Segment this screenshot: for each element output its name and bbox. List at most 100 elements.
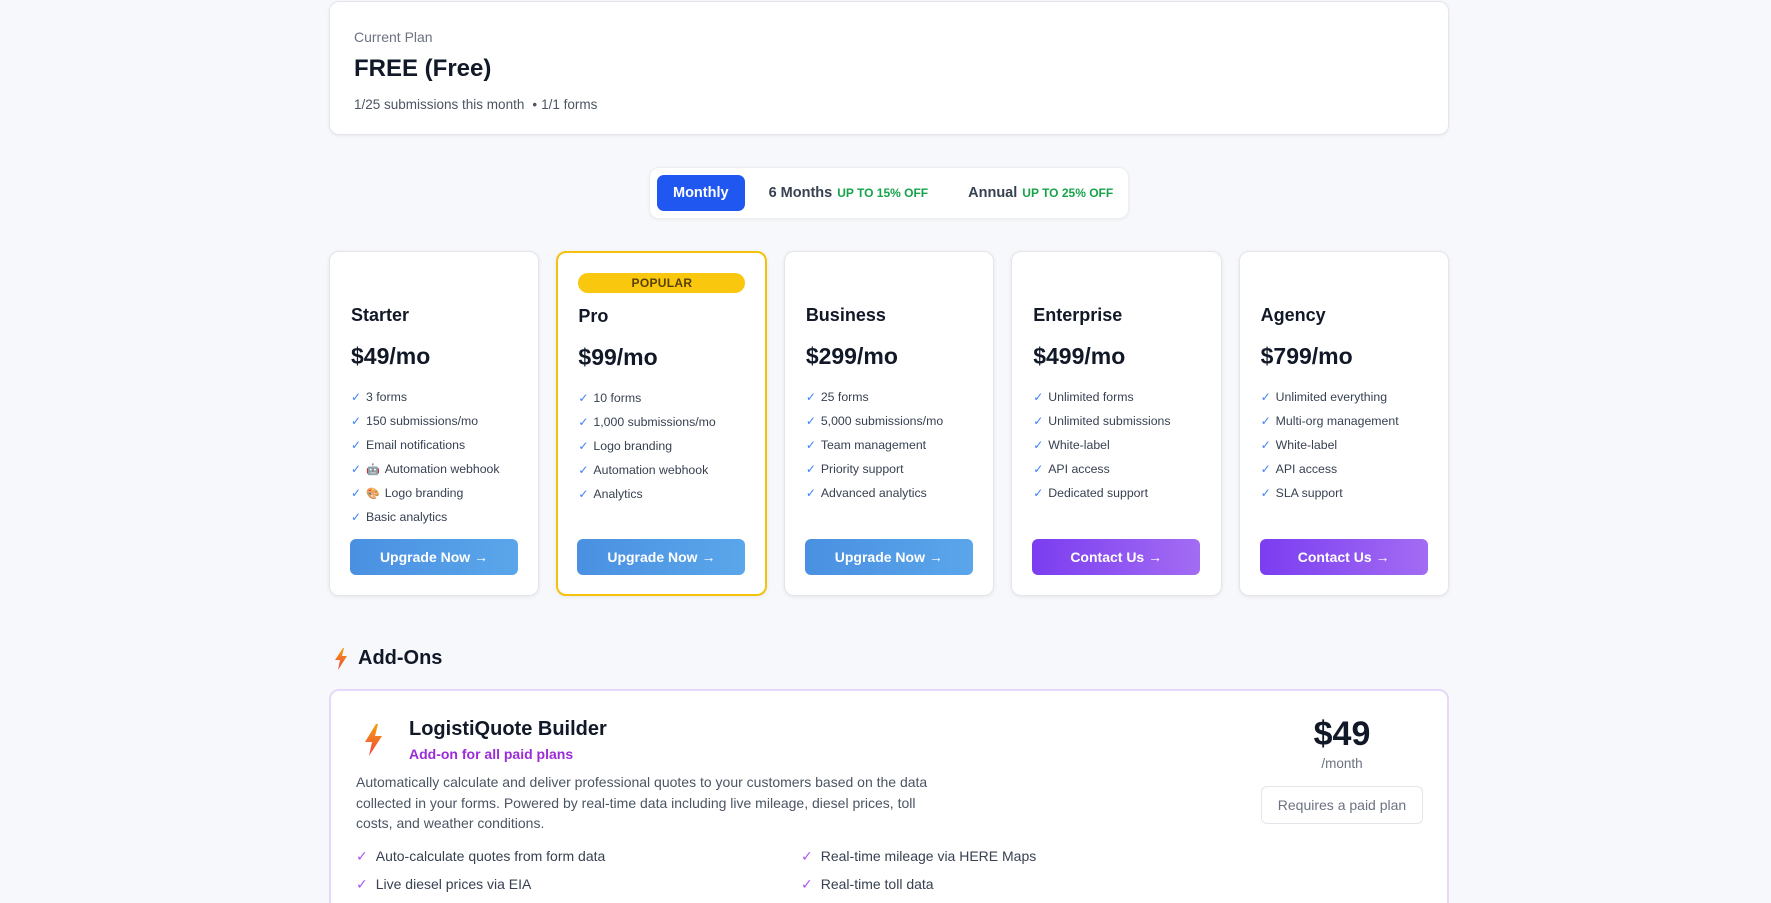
feature-item: ✓ 1,000 submissions/mo [578,410,715,434]
plan-card-starter: Starter $49/mo ✓ 3 forms ✓ 150 submissions… [329,251,540,596]
feature-label: Basic analytics [366,510,448,524]
feature-label: Logo branding [384,486,464,500]
check-icon: ✓ [805,414,816,428]
check-icon: ✓ [1033,462,1044,476]
billing-monthly-label: Monthly [673,185,729,201]
addon-feature-item: ✓ Auto-calculate quotes from form data [356,846,801,866]
requires-paid-plan-button[interactable]: Requires a paid plan [1261,786,1423,824]
billing-annual-discount: UP TO 25% OFF [1022,186,1114,200]
billing-6-months-discount: UP TO 15% OFF [837,186,929,200]
feature-item: ✓ 150 submissions/mo [351,409,500,433]
feature-label: Email notifications [366,438,466,452]
feature-item: ✓ Logo branding [578,434,715,458]
addons-heading: Add-Ons [334,647,442,670]
billing-annual-button[interactable]: Annual UP TO 25% OFF [952,175,1129,211]
feature-item: ✓ Basic analytics [351,505,500,529]
plan-price: $499/mo [1033,343,1126,369]
upgrade-business-button[interactable]: Upgrade Now → [804,539,973,575]
upgrade-starter-button[interactable]: Upgrade Now → [350,539,518,575]
check-icon: ✓ [578,487,589,501]
palette-emoji-icon: 🎨 [366,487,380,500]
robot-emoji-icon: 🤖 [366,463,380,476]
feature-label: API access [1275,462,1338,476]
lightning-bolt-icon [365,724,382,756]
feature-item: ✓ 3 forms [351,385,500,409]
addon-feature-label: Live diesel prices via EIA [375,876,532,892]
plan-name: Enterprise [1033,305,1123,325]
check-icon: ✓ [1260,438,1271,452]
contact-agency-button[interactable]: Contact Us → [1259,539,1428,575]
feature-item: ✓ API access [1261,457,1399,481]
plan-cards: Starter $49/mo ✓ 3 forms ✓ 150 submissions… [329,251,1450,596]
upgrade-pro-button[interactable]: Upgrade Now → [577,539,746,575]
feature-item: ✓ API access [1033,457,1170,481]
plan-price: $49/mo [351,343,431,369]
feature-item: ✓ 25 forms [806,385,943,409]
feature-label: Dedicated support [1048,486,1149,500]
addon-subtitle: Add-on for all paid plans [409,746,574,762]
plan-price: $299/mo [805,343,898,369]
feature-label: Unlimited submissions [1048,414,1171,428]
plan-name: Pro [578,306,609,326]
feature-item: ✓ Email notifications [351,433,500,457]
submissions-usage: 1/25 submissions this month [354,97,525,112]
plan-card-business: Business $299/mo ✓ 25 forms ✓ 5,000 submis… [783,251,995,596]
check-icon: ✓ [801,875,813,892]
plan-features: ✓ 10 forms ✓ 1,000 submissions/mo ✓ Logo br… [578,386,715,506]
check-icon: ✓ [351,414,362,428]
check-icon: ✓ [801,847,813,864]
addon-name: LogistiQuote Builder [409,718,607,740]
billing-period-toggle: Monthly 6 Months UP TO 15% OFF Annual UP… [649,167,1129,219]
feature-label: Unlimited forms [1048,390,1134,404]
feature-label: Multi-org management [1275,414,1399,428]
plan-card-pro: POPULAR Pro $99/mo ✓ 10 forms ✓ 1,000 subm… [556,251,767,596]
addon-feature-label: Real-time mileage via HERE Maps [820,848,1037,864]
feature-item: ✓ Multi-org management [1261,409,1399,433]
plan-price: $799/mo [1260,343,1353,369]
feature-item: ✓ 🤖 Automation webhook [351,457,500,481]
forms-usage: 1/1 forms [541,97,598,112]
current-plan-card: Current Plan FREE (Free) 1/25 submission… [329,1,1449,135]
check-icon: ✓ [578,415,589,429]
feature-label: 150 submissions/mo [366,414,479,428]
feature-label: Logo branding [593,439,673,453]
feature-item: ✓ 10 forms [578,386,715,410]
plan-features: ✓ Unlimited everything ✓ Multi-org managem… [1261,385,1399,505]
plan-card-enterprise: Enterprise $499/mo ✓ Unlimited forms ✓ Unl… [1011,251,1222,596]
check-icon: ✓ [1033,438,1044,452]
check-icon: ✓ [1260,462,1271,476]
contact-enterprise-button[interactable]: Contact Us → [1032,539,1201,575]
check-icon: ✓ [351,462,362,476]
check-icon: ✓ [805,390,816,404]
check-icon: ✓ [351,486,362,500]
check-icon: ✓ [1033,414,1044,428]
current-plan-name: FREE (Free) [354,55,492,82]
addon-card-logistiquote: LogistiQuote Builder Add-on for all paid… [329,689,1449,903]
feature-label: 5,000 submissions/mo [820,414,944,428]
feature-label: 10 forms [593,391,642,405]
feature-label: 25 forms [820,390,869,404]
addon-feature-item: ✓ Real-time mileage via HERE Maps [801,846,1076,866]
feature-label: 1,000 submissions/mo [593,415,716,429]
check-icon: ✓ [805,486,816,500]
check-icon: ✓ [1260,486,1271,500]
check-icon: ✓ [578,463,589,477]
addon-feature-item: ✓ Real-time toll data [801,874,1076,894]
addon-period: /month [1321,756,1363,771]
check-icon: ✓ [351,390,362,404]
addon-description: Automatically calculate and deliver prof… [356,774,928,831]
feature-label: 3 forms [366,390,407,404]
feature-item: ✓ Analytics [578,482,715,506]
plan-price: $99/mo [578,344,658,370]
feature-item: ✓ Priority support [806,457,943,481]
plan-features: ✓ Unlimited forms ✓ Unlimited submissions … [1033,385,1170,505]
feature-item: ✓ 🎨 Logo branding [351,481,500,505]
check-icon: ✓ [356,875,368,892]
check-icon: ✓ [1260,414,1271,428]
billing-monthly-button[interactable]: Monthly [657,175,745,211]
billing-6-months-button[interactable]: 6 Months UP TO 15% OFF [753,175,945,211]
billing-annual-label: Annual [968,185,1018,201]
plan-card-agency: Agency $799/mo ✓ Unlimited everything ✓ Mu… [1238,251,1450,596]
popular-badge: POPULAR [578,273,746,293]
feature-label: SLA support [1275,486,1343,500]
